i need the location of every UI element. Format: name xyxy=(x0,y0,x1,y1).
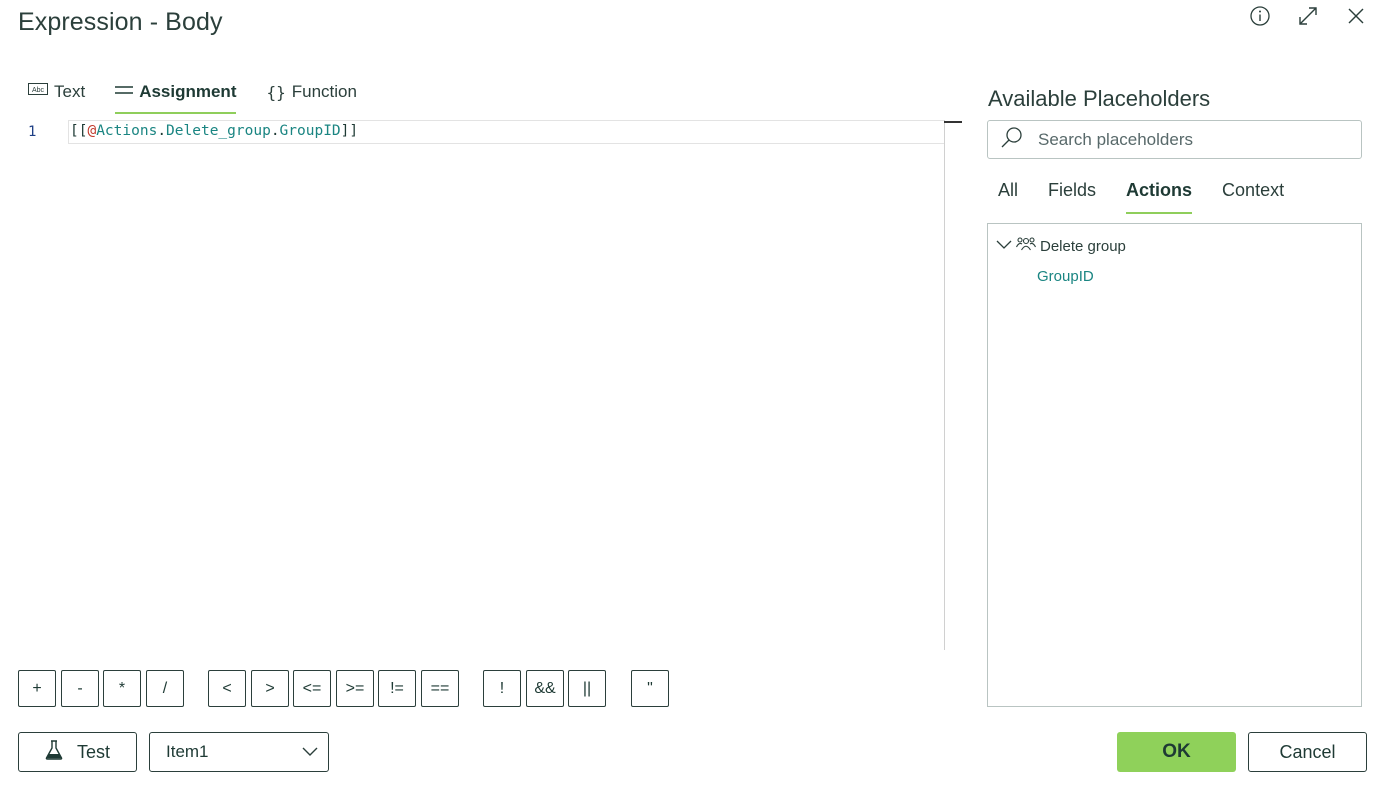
tab-assignment[interactable]: Assignment xyxy=(115,78,237,114)
operator-not-equal-button[interactable]: != xyxy=(378,670,416,707)
tab-function[interactable]: {} Function xyxy=(266,78,356,106)
code-line[interactable]: [[@Actions.Delete_group.GroupID]] xyxy=(70,123,358,139)
code-editor[interactable]: 1 [[@Actions.Delete_group.GroupID]] xyxy=(18,120,962,650)
code-token-delete-group: Delete_group xyxy=(166,123,271,139)
tab-context[interactable]: Context xyxy=(1222,180,1284,214)
editor-scrollbar-track[interactable] xyxy=(944,120,945,650)
close-icon[interactable] xyxy=(1342,4,1370,28)
expand-icon[interactable] xyxy=(1294,4,1322,28)
placeholders-title: Available Placeholders xyxy=(988,86,1211,111)
tree-group-delete-group[interactable]: Delete group xyxy=(996,236,1126,256)
tree-leaf-groupid[interactable]: GroupID xyxy=(1037,268,1094,285)
dialog-title: Expression - Body xyxy=(18,8,223,36)
tab-assignment-label: Assignment xyxy=(139,82,237,101)
ok-button[interactable]: OK xyxy=(1117,732,1236,772)
window-controls xyxy=(1246,4,1370,28)
placeholder-tree: Delete group GroupID xyxy=(987,223,1362,707)
line-number: 1 xyxy=(28,124,37,140)
assignment-lines-icon xyxy=(115,82,134,102)
operator-minus-button[interactable]: - xyxy=(61,670,99,707)
operator-and-button[interactable]: && xyxy=(526,670,564,707)
operator-less-equal-button[interactable]: <= xyxy=(293,670,331,707)
tab-fields[interactable]: Fields xyxy=(1048,180,1096,214)
operator-greater-equal-button[interactable]: >= xyxy=(336,670,374,707)
chevron-down-icon[interactable] xyxy=(996,238,1012,255)
cancel-button[interactable]: Cancel xyxy=(1248,732,1367,772)
placeholder-search xyxy=(987,120,1362,159)
item-select-value: Item1 xyxy=(166,742,209,761)
operator-less-button[interactable]: < xyxy=(208,670,246,707)
code-token-dot: . xyxy=(157,123,167,139)
code-token-at: @ xyxy=(87,123,97,139)
info-icon[interactable] xyxy=(1246,4,1274,28)
tree-group-label: Delete group xyxy=(1040,237,1126,255)
tab-actions[interactable]: Actions xyxy=(1126,180,1193,214)
group-people-icon xyxy=(1016,236,1036,256)
item-select[interactable]: Item1 xyxy=(149,732,329,772)
mode-tabs: Abc Text Assignment {} Function xyxy=(28,78,357,114)
search-icon xyxy=(1000,126,1024,153)
tab-all[interactable]: All xyxy=(998,180,1018,214)
tab-text[interactable]: Abc Text xyxy=(28,78,85,106)
chevron-down-icon xyxy=(302,742,318,762)
code-token-actions: Actions xyxy=(96,123,158,139)
svg-text:Abc: Abc xyxy=(32,87,45,94)
test-button-label: Test xyxy=(76,741,110,762)
braces-icon: {} xyxy=(266,82,286,102)
test-button[interactable]: Test xyxy=(18,732,137,772)
text-abc-icon: Abc xyxy=(28,82,48,102)
placeholder-tabs: All Fields Actions Context xyxy=(998,180,1314,214)
code-token-open: [[ xyxy=(70,123,88,139)
operator-greater-button[interactable]: > xyxy=(251,670,289,707)
operator-quote-button[interactable]: " xyxy=(631,670,669,707)
tab-text-label: Text xyxy=(54,82,86,101)
code-token-close: ]] xyxy=(340,123,359,139)
operator-not-button[interactable]: ! xyxy=(483,670,521,707)
editor-scrollbar-thumb[interactable] xyxy=(944,121,962,123)
search-input[interactable] xyxy=(1038,129,1338,150)
operator-plus-button[interactable]: + xyxy=(18,670,56,707)
operator-equal-button[interactable]: == xyxy=(421,670,459,707)
flask-icon xyxy=(45,739,63,765)
operator-multiply-button[interactable]: * xyxy=(103,670,141,707)
code-token-groupid: GroupID xyxy=(279,123,341,139)
code-token-dot: . xyxy=(270,123,280,139)
operator-or-button[interactable]: || xyxy=(568,670,606,707)
operator-divide-button[interactable]: / xyxy=(146,670,184,707)
tab-function-label: Function xyxy=(291,82,357,101)
